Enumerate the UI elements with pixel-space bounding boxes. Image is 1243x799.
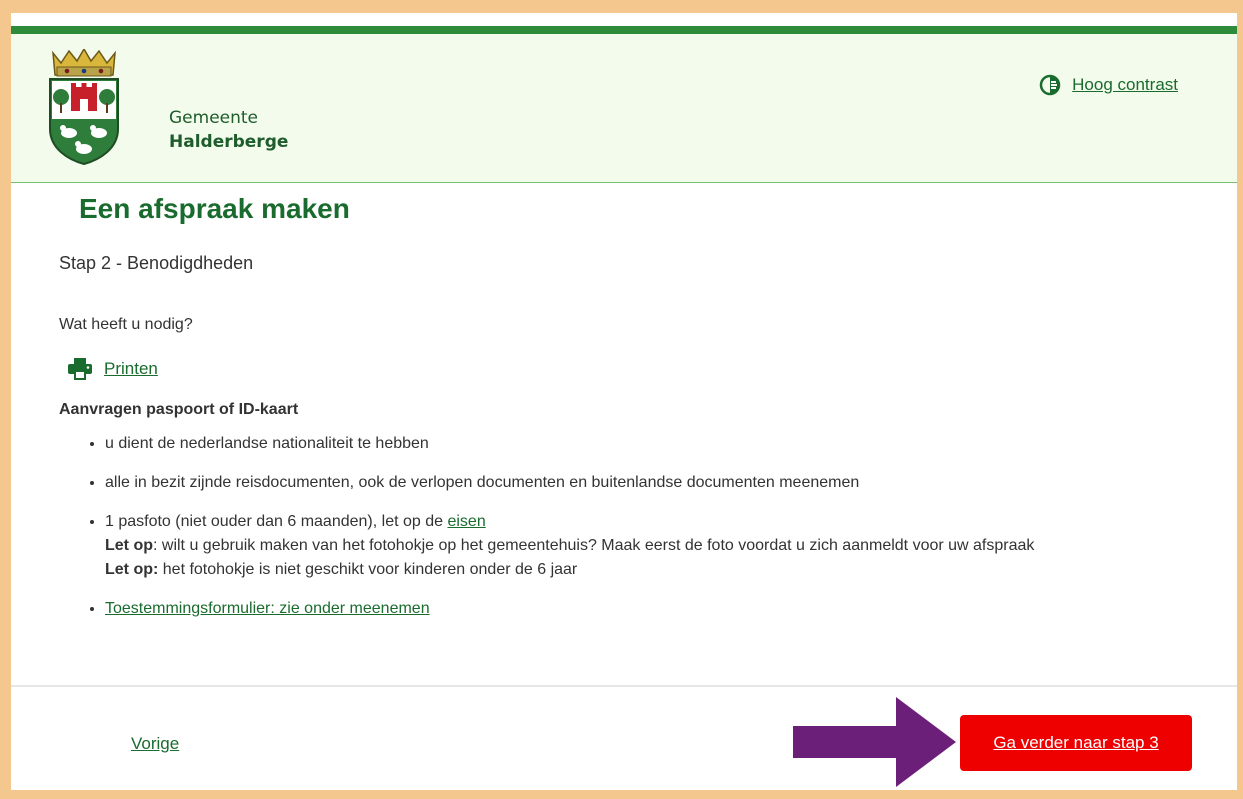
coat-of-arms-logo — [49, 49, 119, 165]
contrast-link[interactable]: Hoog contrast — [1072, 75, 1178, 95]
page-frame: Gemeente Halderberge Hoog contrast Een a… — [11, 13, 1237, 790]
previous-link[interactable]: Vorige — [131, 734, 179, 754]
print-action[interactable]: Printen — [68, 358, 158, 380]
list-item: Toestemmingsformulier: zie onder meeneme… — [105, 597, 1237, 621]
requirements-link[interactable]: eisen — [447, 513, 485, 530]
contrast-icon — [1039, 74, 1061, 96]
note-text: : wilt u gebruik maken van het fotohokje… — [153, 537, 1035, 554]
section-title: Aanvragen paspoort of ID-kaart — [59, 401, 299, 418]
brand-name: Gemeente Halderberge — [169, 106, 288, 154]
consent-form-link[interactable]: Toestemmingsformulier: zie onder meeneme… — [105, 600, 430, 617]
footer-divider — [11, 685, 1237, 687]
list-item: u dient de nederlandse nationaliteit te … — [105, 432, 1237, 456]
question-text: Wat heeft u nodig? — [59, 316, 193, 333]
next-step-button[interactable]: Ga verder naar stap 3 — [960, 715, 1192, 771]
printer-icon — [68, 358, 92, 380]
brand-line2: Halderberge — [169, 132, 289, 152]
list-item: alle in bezit zijnde reisdocumenten, ook… — [105, 471, 1237, 495]
note-label: Let op: — [105, 561, 159, 578]
item-text: 1 pasfoto (niet ouder dan 6 maanden), le… — [105, 513, 448, 530]
print-link[interactable]: Printen — [104, 359, 158, 379]
contrast-toggle[interactable]: Hoog contrast — [1039, 74, 1178, 96]
page-title: Een afspraak maken — [79, 193, 350, 224]
note-text: het fotohokje is niet geschikt voor kind… — [158, 561, 578, 578]
requirements-list: u dient de nederlandse nationaliteit te … — [59, 432, 1237, 636]
site-header: Gemeente Halderberge Hoog contrast — [11, 34, 1237, 183]
list-item: 1 pasfoto (niet ouder dan 6 maanden), le… — [105, 510, 1237, 582]
top-accent-bar — [11, 26, 1237, 34]
item-text: alle in bezit zijnde reisdocumenten, ook… — [105, 474, 860, 491]
step-indicator: Stap 2 - Benodigdheden — [59, 253, 254, 273]
brand-line1: Gemeente — [169, 108, 259, 128]
note-label: Let op — [105, 537, 153, 554]
item-text: u dient de nederlandse nationaliteit te … — [105, 435, 429, 452]
purple-arrow-icon — [793, 697, 956, 787]
